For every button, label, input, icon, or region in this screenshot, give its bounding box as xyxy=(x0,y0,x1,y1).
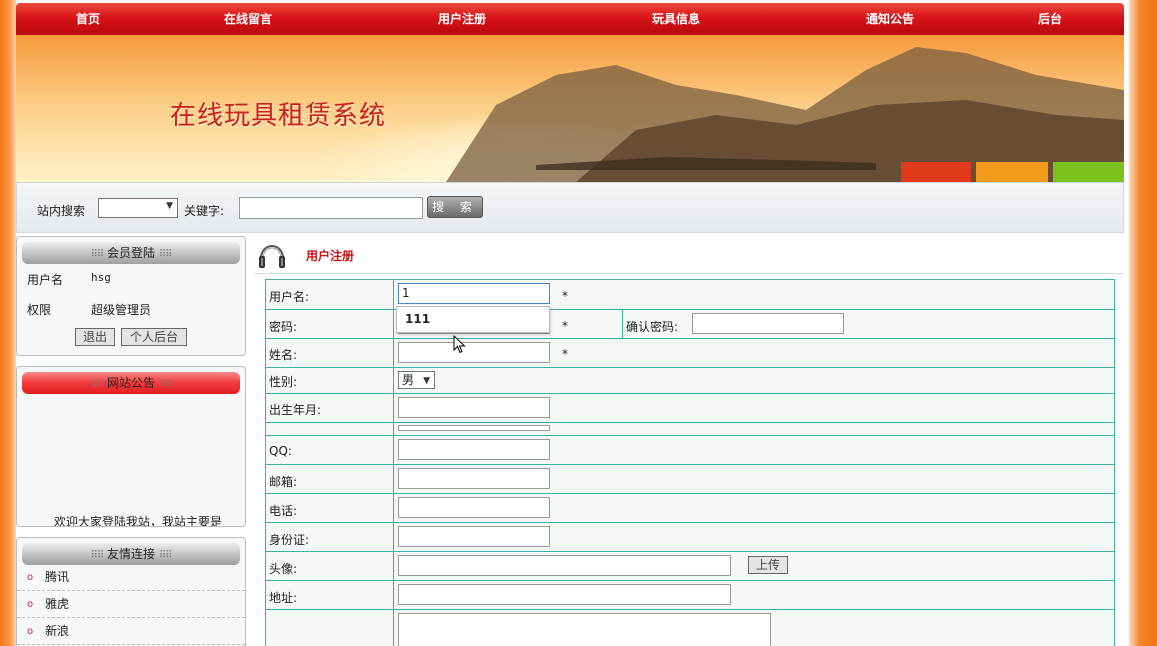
required-star: * xyxy=(562,347,568,361)
links-panel-title: 友情连接 xyxy=(106,547,155,561)
top-nav: 首页 在线留言 用户注册 玩具信息 通知公告 后台 xyxy=(16,3,1124,35)
form-row-phone: 电话: xyxy=(266,494,1114,523)
column-divider xyxy=(622,310,623,338)
dots-icon: ⠿⠿ xyxy=(158,379,173,390)
avatar-label: 头像: xyxy=(269,562,298,576)
links-panel-header: ⠿⠿ 友情连接 ⠿⠿ xyxy=(22,543,240,565)
search-category-select[interactable]: ▼ xyxy=(98,198,178,218)
keyword-label: 关键字: xyxy=(184,204,225,218)
link-label: 腾讯 xyxy=(45,570,70,584)
avatar-path-input[interactable] xyxy=(398,555,731,576)
nav-register[interactable]: 用户注册 xyxy=(412,3,512,35)
site-title: 在线玩具租赁系统 xyxy=(170,101,387,131)
friend-links-panel: ⠿⠿ 友情连接 ⠿⠿ o 腾讯 o 雅虎 o 新浪 xyxy=(16,537,246,646)
dots-icon: ⠿⠿ xyxy=(90,550,105,561)
dots-icon: ⠿⠿ xyxy=(158,249,173,260)
form-row-spacer xyxy=(266,423,1114,436)
qq-input[interactable] xyxy=(398,439,550,460)
birth-label: 出生年月: xyxy=(269,403,322,417)
logout-button[interactable]: 退出 xyxy=(75,328,115,346)
hidden-input[interactable] xyxy=(398,425,550,431)
role-label: 权限 xyxy=(27,303,52,317)
form-row-avatar: 头像: 上传 xyxy=(266,552,1114,581)
phone-label: 电话: xyxy=(269,504,298,518)
page-title: 用户注册 xyxy=(306,249,355,263)
headphones-icon xyxy=(259,245,285,268)
email-label: 邮箱: xyxy=(269,475,298,489)
gender-value: 男 xyxy=(402,373,415,387)
bullet-icon: o xyxy=(27,599,34,610)
form-row-qq: QQ: xyxy=(266,436,1114,465)
nav-admin[interactable]: 后台 xyxy=(1000,3,1100,35)
form-row-idcard: 身份证: xyxy=(266,523,1114,552)
link-label: 新浪 xyxy=(45,624,70,638)
name-input[interactable] xyxy=(398,342,550,363)
form-row-remark xyxy=(266,610,1114,646)
link-item-yahoo[interactable]: o 雅虎 xyxy=(17,591,245,618)
member-panel-header: ⠿⠿ 会员登陆 ⠿⠿ xyxy=(22,242,240,264)
form-row-birth: 出生年月: xyxy=(266,394,1114,423)
address-label: 地址: xyxy=(269,591,298,605)
birth-input[interactable] xyxy=(398,397,550,418)
idcard-input[interactable] xyxy=(398,526,550,547)
confirm-password-input[interactable] xyxy=(692,313,844,334)
notice-marquee-text: 欢迎大家登陆我站，我站主要是 xyxy=(54,515,223,527)
banner: 在线玩具租赁系统 xyxy=(16,35,1124,182)
registration-form: 用户名: 1 * 密码: * 确认密码: 姓名: * 性别: 男 ▼ 出生年月:… xyxy=(265,279,1115,646)
dots-icon: ⠿⠿ xyxy=(158,550,173,561)
upload-button[interactable]: 上传 xyxy=(748,556,788,574)
nav-home[interactable]: 首页 xyxy=(38,3,138,35)
chevron-down-icon: ▼ xyxy=(423,376,430,386)
keyword-input[interactable] xyxy=(239,197,423,219)
search-button[interactable]: 搜 索 xyxy=(427,196,483,218)
remark-textarea[interactable] xyxy=(398,613,771,646)
username-input[interactable]: 1 xyxy=(398,283,550,304)
password-label: 密码: xyxy=(269,320,298,334)
notice-panel-header: ⠿⠿ 网站公告 ⠿⠿ xyxy=(22,372,240,394)
member-panel-title: 会员登陆 xyxy=(106,246,155,260)
form-row-name: 姓名: * xyxy=(266,339,1114,368)
site-search-label: 站内搜索 xyxy=(37,204,86,218)
content-header: 用户注册 xyxy=(254,236,1124,274)
role-value: 超级管理员 xyxy=(91,303,152,317)
gender-label: 性别: xyxy=(269,375,298,389)
required-star: * xyxy=(562,319,568,333)
bullet-icon: o xyxy=(27,572,34,583)
idcard-label: 身份证: xyxy=(269,533,310,547)
notice-panel-title: 网站公告 xyxy=(106,376,155,390)
username-value: hsg xyxy=(91,271,111,284)
nav-notice[interactable]: 通知公告 xyxy=(840,3,940,35)
confirm-password-label: 确认密码: xyxy=(626,320,679,334)
mouse-cursor-icon xyxy=(453,335,466,354)
name-label: 姓名: xyxy=(269,348,298,362)
nav-message[interactable]: 在线留言 xyxy=(198,3,298,35)
bullet-icon: o xyxy=(27,626,34,637)
form-row-gender: 性别: 男 ▼ xyxy=(266,368,1114,394)
link-label: 雅虎 xyxy=(45,597,70,611)
form-row-password: 密码: * 确认密码: xyxy=(266,310,1114,339)
form-row-email: 邮箱: xyxy=(266,465,1114,494)
phone-input[interactable] xyxy=(398,497,550,518)
username-label: 用户名 xyxy=(27,273,64,287)
nav-toys[interactable]: 玩具信息 xyxy=(626,3,726,35)
autocomplete-suggestion[interactable]: 111 xyxy=(396,306,550,333)
address-input[interactable] xyxy=(398,584,731,605)
gender-select[interactable]: 男 ▼ xyxy=(398,371,435,389)
site-notice-panel: ⠿⠿ 网站公告 ⠿⠿ 欢迎大家登陆我站，我站主要是 xyxy=(16,366,246,527)
chevron-down-icon: ▼ xyxy=(166,201,173,211)
link-item-tencent[interactable]: o 腾讯 xyxy=(17,564,245,591)
form-row-address: 地址: xyxy=(266,581,1114,610)
member-login-panel: ⠿⠿ 会员登陆 ⠿⠿ 用户名 hsg 权限 超级管理员 退出 个人后台 xyxy=(16,236,246,356)
email-input[interactable] xyxy=(398,468,550,489)
personal-backend-button[interactable]: 个人后台 xyxy=(121,328,187,346)
qq-label: QQ: xyxy=(269,444,292,458)
dots-icon: ⠿⠿ xyxy=(90,249,105,260)
search-bar: 站内搜索 ▼ 关键字: 搜 索 xyxy=(16,182,1124,233)
required-star: * xyxy=(562,289,568,303)
username-label: 用户名: xyxy=(269,290,310,304)
dots-icon: ⠿⠿ xyxy=(90,379,105,390)
form-row-username: 用户名: 1 * xyxy=(266,280,1114,310)
link-item-sina[interactable]: o 新浪 xyxy=(17,618,245,645)
